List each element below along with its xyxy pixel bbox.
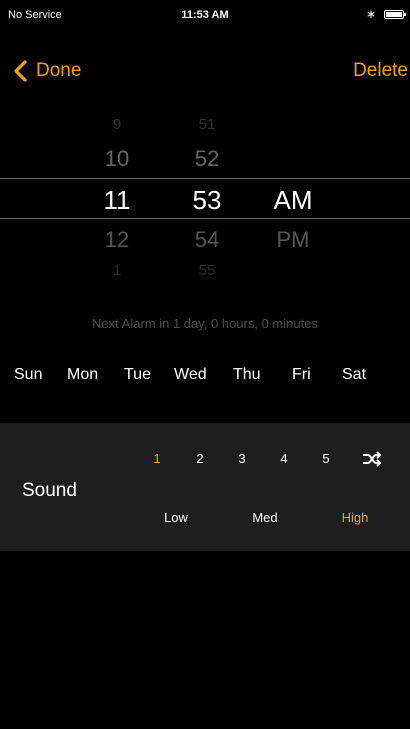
sound-level-3[interactable]: 3 [230, 451, 254, 466]
hour-option[interactable]: 10 [82, 146, 152, 172]
hour-option[interactable]: 1 [82, 262, 152, 279]
battery-icon [384, 9, 406, 19]
sound-level-2[interactable]: 2 [188, 451, 212, 466]
delete-button[interactable]: Delete [353, 54, 408, 88]
sound-level-5[interactable]: 5 [314, 451, 338, 466]
hour-option[interactable]: 12 [82, 227, 152, 253]
hour-option[interactable]: 9 [82, 116, 152, 133]
status-time: 11:53 AM [181, 9, 229, 21]
minute-option[interactable]: 51 [172, 116, 242, 133]
status-bar: No Service 11:53 AM ∗ [0, 0, 410, 30]
minute-wheel[interactable]: 51 52 53 54 55 [172, 110, 242, 285]
volume-low[interactable]: Low [151, 510, 201, 525]
sound-level-4[interactable]: 4 [272, 451, 296, 466]
day-sat[interactable]: Sat [342, 366, 366, 384]
day-sun[interactable]: Sun [14, 366, 42, 384]
sound-level-1[interactable]: 1 [145, 451, 169, 466]
day-tue[interactable]: Tue [124, 366, 151, 384]
shuffle-icon[interactable] [362, 451, 382, 467]
repeat-days: Sun Mon Tue Wed Thu Fri Sat [0, 366, 410, 390]
hour-wheel[interactable]: 9 10 11 12 1 [82, 110, 152, 285]
next-alarm-text: Next Alarm in 1 day, 0 hours, 0 minutes [92, 316, 318, 331]
time-picker[interactable]: 9 10 11 12 1 51 52 53 54 55 AM PM [0, 110, 410, 285]
ampm-wheel[interactable]: AM PM [258, 110, 328, 285]
selection-line-top [0, 178, 410, 179]
ampm-option[interactable]: PM [258, 227, 328, 253]
minute-option[interactable]: 54 [172, 227, 242, 253]
sound-label: Sound [22, 480, 77, 501]
day-thu[interactable]: Thu [233, 366, 261, 384]
nav-bar: Done Delete [0, 54, 410, 88]
ampm-selected[interactable]: AM [258, 185, 328, 216]
status-icons: ∗ [365, 7, 406, 21]
hour-selected[interactable]: 11 [82, 185, 152, 216]
day-wed[interactable]: Wed [174, 366, 207, 384]
minute-option[interactable]: 55 [172, 262, 242, 279]
minute-option[interactable]: 52 [172, 146, 242, 172]
volume-med[interactable]: Med [240, 510, 290, 525]
volume-high[interactable]: High [330, 510, 380, 525]
day-fri[interactable]: Fri [292, 366, 311, 384]
day-mon[interactable]: Mon [67, 366, 98, 384]
bluetooth-icon: ∗ [365, 7, 376, 21]
minute-selected[interactable]: 53 [172, 185, 242, 216]
done-button[interactable]: Done [12, 54, 81, 88]
sound-panel: Sound 1 2 3 4 5 Low Med High [0, 423, 410, 551]
done-label: Done [36, 60, 82, 81]
selection-line-bottom [0, 218, 410, 219]
chevron-left-icon [14, 60, 27, 82]
